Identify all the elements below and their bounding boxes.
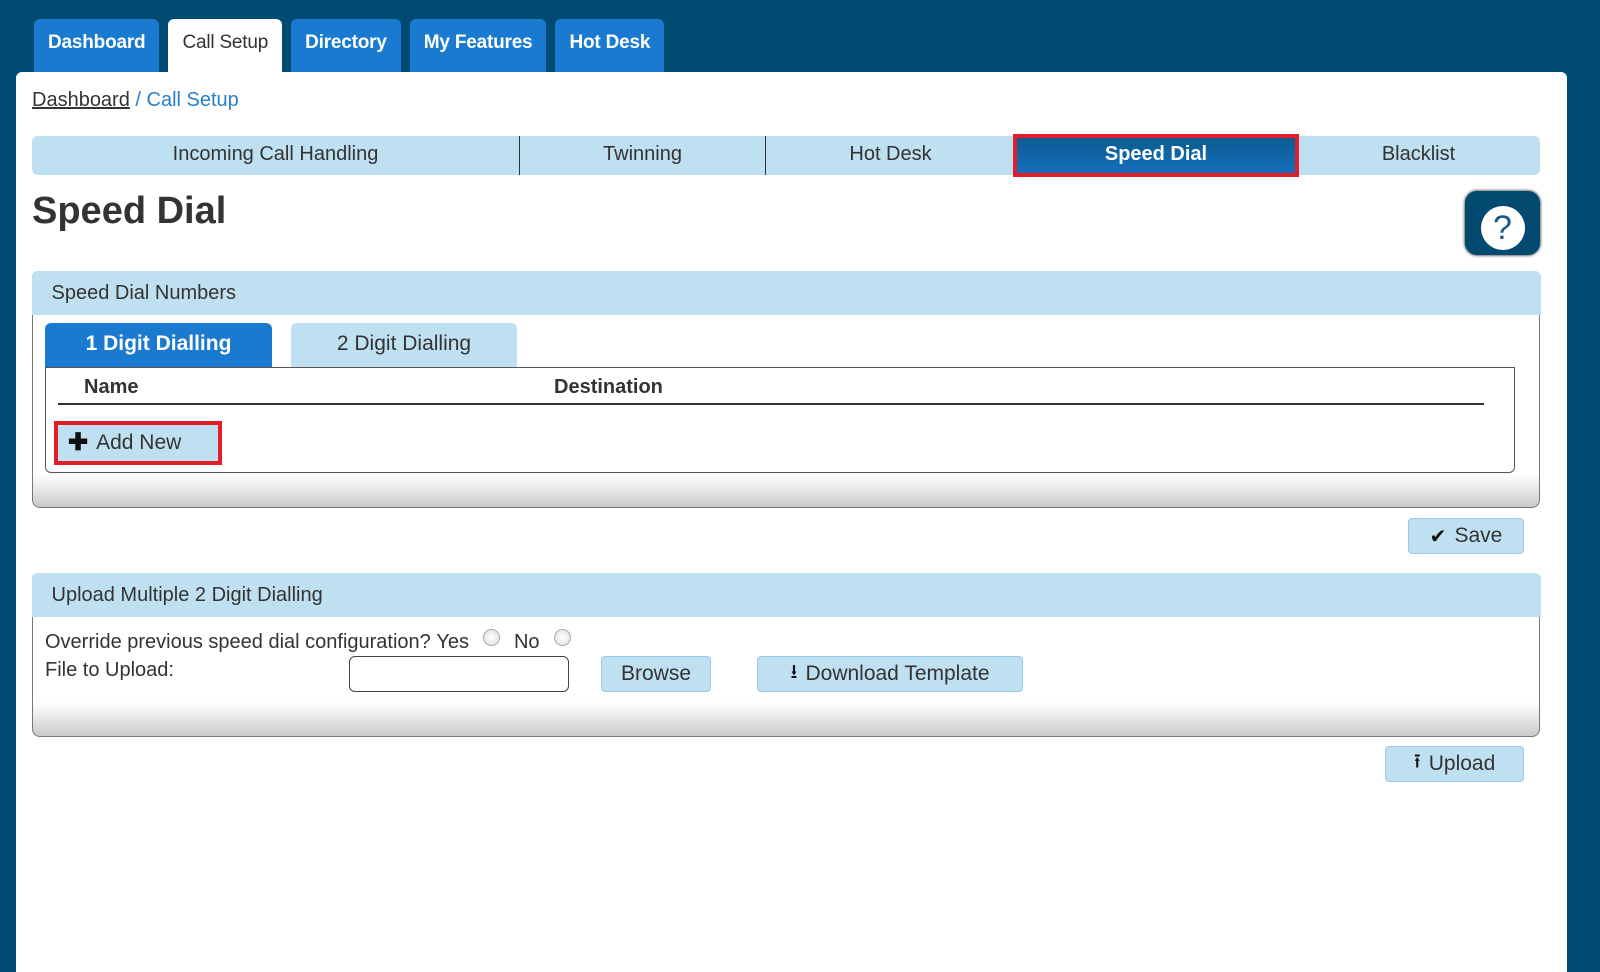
main-panel: Dashboard / Call Setup Incoming Call Han… <box>16 72 1567 972</box>
sub-tab-hot-desk[interactable]: Hot Desk <box>766 136 1015 175</box>
download-icon: ⭳ <box>790 661 798 683</box>
top-tab-my-features[interactable]: My Features <box>409 19 547 72</box>
breadcrumb-current: Call Setup <box>146 89 239 111</box>
tab-2-digit-dialling[interactable]: 2 Digit Dialling <box>291 323 517 368</box>
speed-dial-table: Name Destination ✚ Add New <box>45 367 1515 473</box>
dialling-tabs: 1 Digit Dialling 2 Digit Dialling <box>45 323 517 368</box>
column-header-destination: Destination <box>554 376 663 398</box>
breadcrumb-separator: / <box>135 89 141 111</box>
upload-label: Upload <box>1428 752 1496 775</box>
top-tab-call-setup[interactable]: Call Setup <box>168 19 283 72</box>
save-label: Save <box>1454 524 1503 547</box>
upload-button[interactable]: ⭱ Upload <box>1385 746 1524 782</box>
section-title: Speed Dial Numbers <box>31 271 1541 315</box>
checkmark-icon: ✔ <box>1429 525 1447 548</box>
top-nav: Dashboard Call Setup Directory My Featur… <box>34 19 665 72</box>
override-no-radio[interactable] <box>553 629 571 646</box>
browse-label: Browse <box>620 662 692 685</box>
page-title: Speed Dial <box>32 190 227 232</box>
help-button[interactable]: ? <box>1465 191 1540 255</box>
override-question: Override previous speed dial configurati… <box>45 631 431 653</box>
breadcrumb-dashboard-link[interactable]: Dashboard <box>32 89 130 111</box>
no-label: No <box>513 631 540 653</box>
save-button[interactable]: ✔ Save <box>1408 518 1524 554</box>
override-yes-radio[interactable] <box>482 629 500 646</box>
sub-tab-blacklist[interactable]: Blacklist <box>1297 136 1540 175</box>
breadcrumb: Dashboard / Call Setup <box>32 89 239 112</box>
upload-icon: ⭱ <box>1413 751 1421 773</box>
sub-tab-incoming-call-handling[interactable]: Incoming Call Handling <box>32 136 520 175</box>
top-tab-dashboard[interactable]: Dashboard <box>34 19 160 72</box>
question-icon: ? <box>1480 206 1525 250</box>
upload-section-title: Upload Multiple 2 Digit Dialling <box>31 573 1541 617</box>
override-row: Override previous speed dial configurati… <box>45 629 585 656</box>
download-template-button[interactable]: ⭳ Download Template <box>757 656 1023 692</box>
header-divider <box>58 403 1484 405</box>
add-new-label: Add New <box>96 431 182 454</box>
sub-nav: Incoming Call Handling Twinning Hot Desk… <box>32 134 1540 177</box>
upload-section: Upload Multiple 2 Digit Dialling Overrid… <box>31 573 1541 737</box>
file-to-upload-label: File to Upload: <box>45 659 174 681</box>
download-template-label: Download Template <box>805 662 990 685</box>
file-path-input[interactable] <box>349 656 569 692</box>
top-tab-hot-desk[interactable]: Hot Desk <box>555 19 665 72</box>
sub-tab-speed-dial[interactable]: Speed Dial <box>1013 134 1299 177</box>
tab-1-digit-dialling[interactable]: 1 Digit Dialling <box>45 323 272 368</box>
top-tab-directory[interactable]: Directory <box>291 19 401 72</box>
speed-dial-numbers-section: Speed Dial Numbers 1 Digit Dialling 2 Di… <box>31 271 1541 508</box>
yes-label: Yes <box>436 631 469 653</box>
add-new-button[interactable]: ✚ Add New <box>54 421 222 465</box>
sub-tab-twinning[interactable]: Twinning <box>520 136 766 175</box>
plus-icon: ✚ <box>68 429 89 456</box>
column-header-name: Name <box>84 376 139 398</box>
browse-button[interactable]: Browse <box>601 656 711 692</box>
